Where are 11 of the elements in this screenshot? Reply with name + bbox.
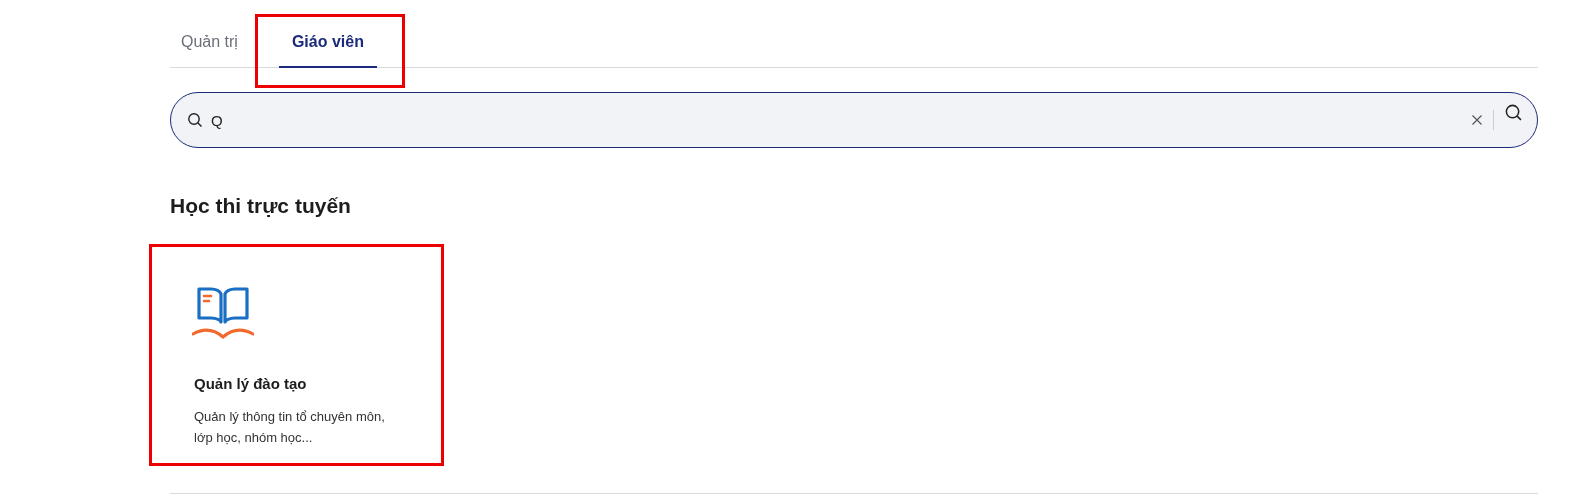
search-bar[interactable]: Q bbox=[170, 92, 1538, 148]
search-icon bbox=[1504, 102, 1523, 122]
card-title: Quản lý đào tạo bbox=[194, 375, 308, 392]
close-icon bbox=[1471, 114, 1483, 126]
tab[interactable]: Giáo viên bbox=[278, 33, 377, 68]
card-description: Quản lý thông tin tổ chuyên môn, lớp học, nhóm học... bbox=[194, 408, 386, 447]
tab[interactable]: Quản trị bbox=[170, 33, 251, 68]
search-icon bbox=[187, 112, 203, 128]
section-heading: Học thi trực tuyến bbox=[170, 194, 352, 218]
search-input[interactable]: Q bbox=[209, 110, 1467, 130]
module-card[interactable]: Quản lý đào tạo Quản lý thông tin tổ chuyên môn, lớp học, nhóm học... bbox=[149, 244, 444, 466]
